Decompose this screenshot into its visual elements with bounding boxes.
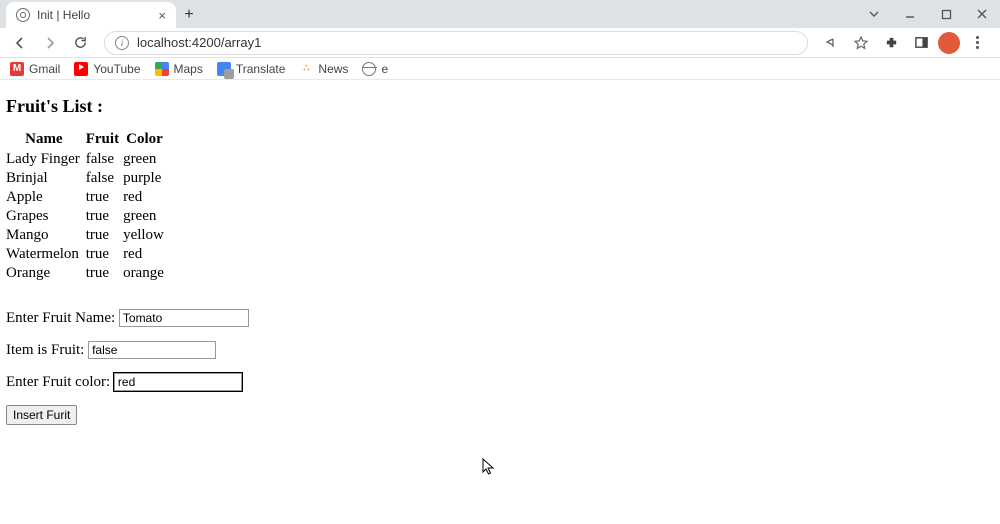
name-label: Enter Fruit Name: xyxy=(6,310,115,326)
fruits-table: Name Fruit Color Lady FingerfalsegreenBr… xyxy=(6,131,170,283)
cell-fruit: true xyxy=(86,264,123,283)
close-tab-icon[interactable]: × xyxy=(158,8,166,23)
minimize-button[interactable] xyxy=(892,0,928,28)
tab-title: Init | Hello xyxy=(37,8,90,22)
share-icon[interactable] xyxy=(818,30,844,56)
table-row: Appletruered xyxy=(6,188,170,207)
col-fruit: Fruit xyxy=(86,131,123,150)
page-title: Fruit's List : xyxy=(6,96,994,117)
cell-fruit: true xyxy=(86,207,123,226)
fruit-name-input[interactable] xyxy=(119,309,249,327)
cell-fruit: false xyxy=(86,169,123,188)
cell-fruit: false xyxy=(86,150,123,169)
cell-color: yellow xyxy=(123,226,170,245)
news-icon: ∴ xyxy=(299,62,313,76)
globe-icon xyxy=(16,8,30,22)
form-row-isfruit: Item is Fruit: xyxy=(6,341,994,359)
fruit-color-input[interactable] xyxy=(114,373,242,391)
bookmark-maps[interactable]: Maps xyxy=(155,62,203,76)
maximize-button[interactable] xyxy=(928,0,964,28)
cell-color: purple xyxy=(123,169,170,188)
cell-color: green xyxy=(123,150,170,169)
bookmark-label: YouTube xyxy=(93,62,140,76)
extensions-icon[interactable] xyxy=(878,30,904,56)
forward-button[interactable] xyxy=(36,29,64,57)
panel-icon[interactable] xyxy=(908,30,934,56)
table-row: Mangotrueyellow xyxy=(6,226,170,245)
table-row: Orangetrueorange xyxy=(6,264,170,283)
cell-color: red xyxy=(123,188,170,207)
gmail-icon: M xyxy=(10,62,24,76)
url-text: localhost:4200/array1 xyxy=(137,35,261,50)
translate-icon xyxy=(217,62,231,76)
address-bar: i localhost:4200/array1 xyxy=(0,28,1000,58)
star-icon[interactable] xyxy=(848,30,874,56)
cell-fruit: true xyxy=(86,188,123,207)
bookmark-label: Translate xyxy=(236,62,286,76)
bookmark-label: News xyxy=(318,62,348,76)
cell-fruit: true xyxy=(86,226,123,245)
maps-icon xyxy=(155,62,169,76)
cursor-icon xyxy=(482,458,496,476)
bookmarks-bar: M Gmail YouTube Maps Translate ∴ News e xyxy=(0,58,1000,80)
youtube-icon xyxy=(74,62,88,76)
menu-button[interactable] xyxy=(964,30,990,56)
cell-name: Orange xyxy=(6,264,86,283)
info-icon: i xyxy=(115,36,129,50)
bookmark-news[interactable]: ∴ News xyxy=(299,62,348,76)
window-controls xyxy=(856,0,1000,28)
cell-color: orange xyxy=(123,264,170,283)
window-titlebar: Init | Hello × + xyxy=(0,0,1000,28)
cell-name: Grapes xyxy=(6,207,86,226)
cell-name: Lady Finger xyxy=(6,150,86,169)
close-window-button[interactable] xyxy=(964,0,1000,28)
col-color: Color xyxy=(123,131,170,150)
cell-name: Apple xyxy=(6,188,86,207)
cell-color: red xyxy=(123,245,170,264)
bookmark-gmail[interactable]: M Gmail xyxy=(10,62,60,76)
bookmark-label: Gmail xyxy=(29,62,60,76)
url-input[interactable]: i localhost:4200/array1 xyxy=(104,31,808,55)
bookmark-label: e xyxy=(381,62,388,76)
browser-tab[interactable]: Init | Hello × xyxy=(6,2,176,28)
color-label: Enter Fruit color: xyxy=(6,374,110,390)
profile-avatar[interactable] xyxy=(938,32,960,54)
chevron-down-icon[interactable] xyxy=(856,0,892,28)
table-row: Grapestruegreen xyxy=(6,207,170,226)
bookmark-translate[interactable]: Translate xyxy=(217,62,286,76)
reload-button[interactable] xyxy=(66,29,94,57)
form-row-name: Enter Fruit Name: xyxy=(6,309,994,327)
cell-name: Mango xyxy=(6,226,86,245)
page-content: Fruit's List : Name Fruit Color Lady Fin… xyxy=(0,80,1000,431)
isfruit-label: Item is Fruit: xyxy=(6,342,84,358)
is-fruit-input[interactable] xyxy=(88,341,216,359)
insert-fruit-button[interactable]: Insert Furit xyxy=(6,405,77,425)
col-name: Name xyxy=(6,131,86,150)
cell-name: Watermelon xyxy=(6,245,86,264)
cell-name: Brinjal xyxy=(6,169,86,188)
new-tab-button[interactable]: + xyxy=(176,2,202,28)
cell-fruit: true xyxy=(86,245,123,264)
cell-color: green xyxy=(123,207,170,226)
bookmark-youtube[interactable]: YouTube xyxy=(74,62,140,76)
table-row: Lady Fingerfalsegreen xyxy=(6,150,170,169)
table-row: Watermelontruered xyxy=(6,245,170,264)
back-button[interactable] xyxy=(6,29,34,57)
bookmark-e[interactable]: e xyxy=(362,62,388,76)
form-row-color: Enter Fruit color: xyxy=(6,373,994,391)
table-row: Brinjalfalsepurple xyxy=(6,169,170,188)
globe-icon xyxy=(362,62,376,76)
bookmark-label: Maps xyxy=(174,62,203,76)
